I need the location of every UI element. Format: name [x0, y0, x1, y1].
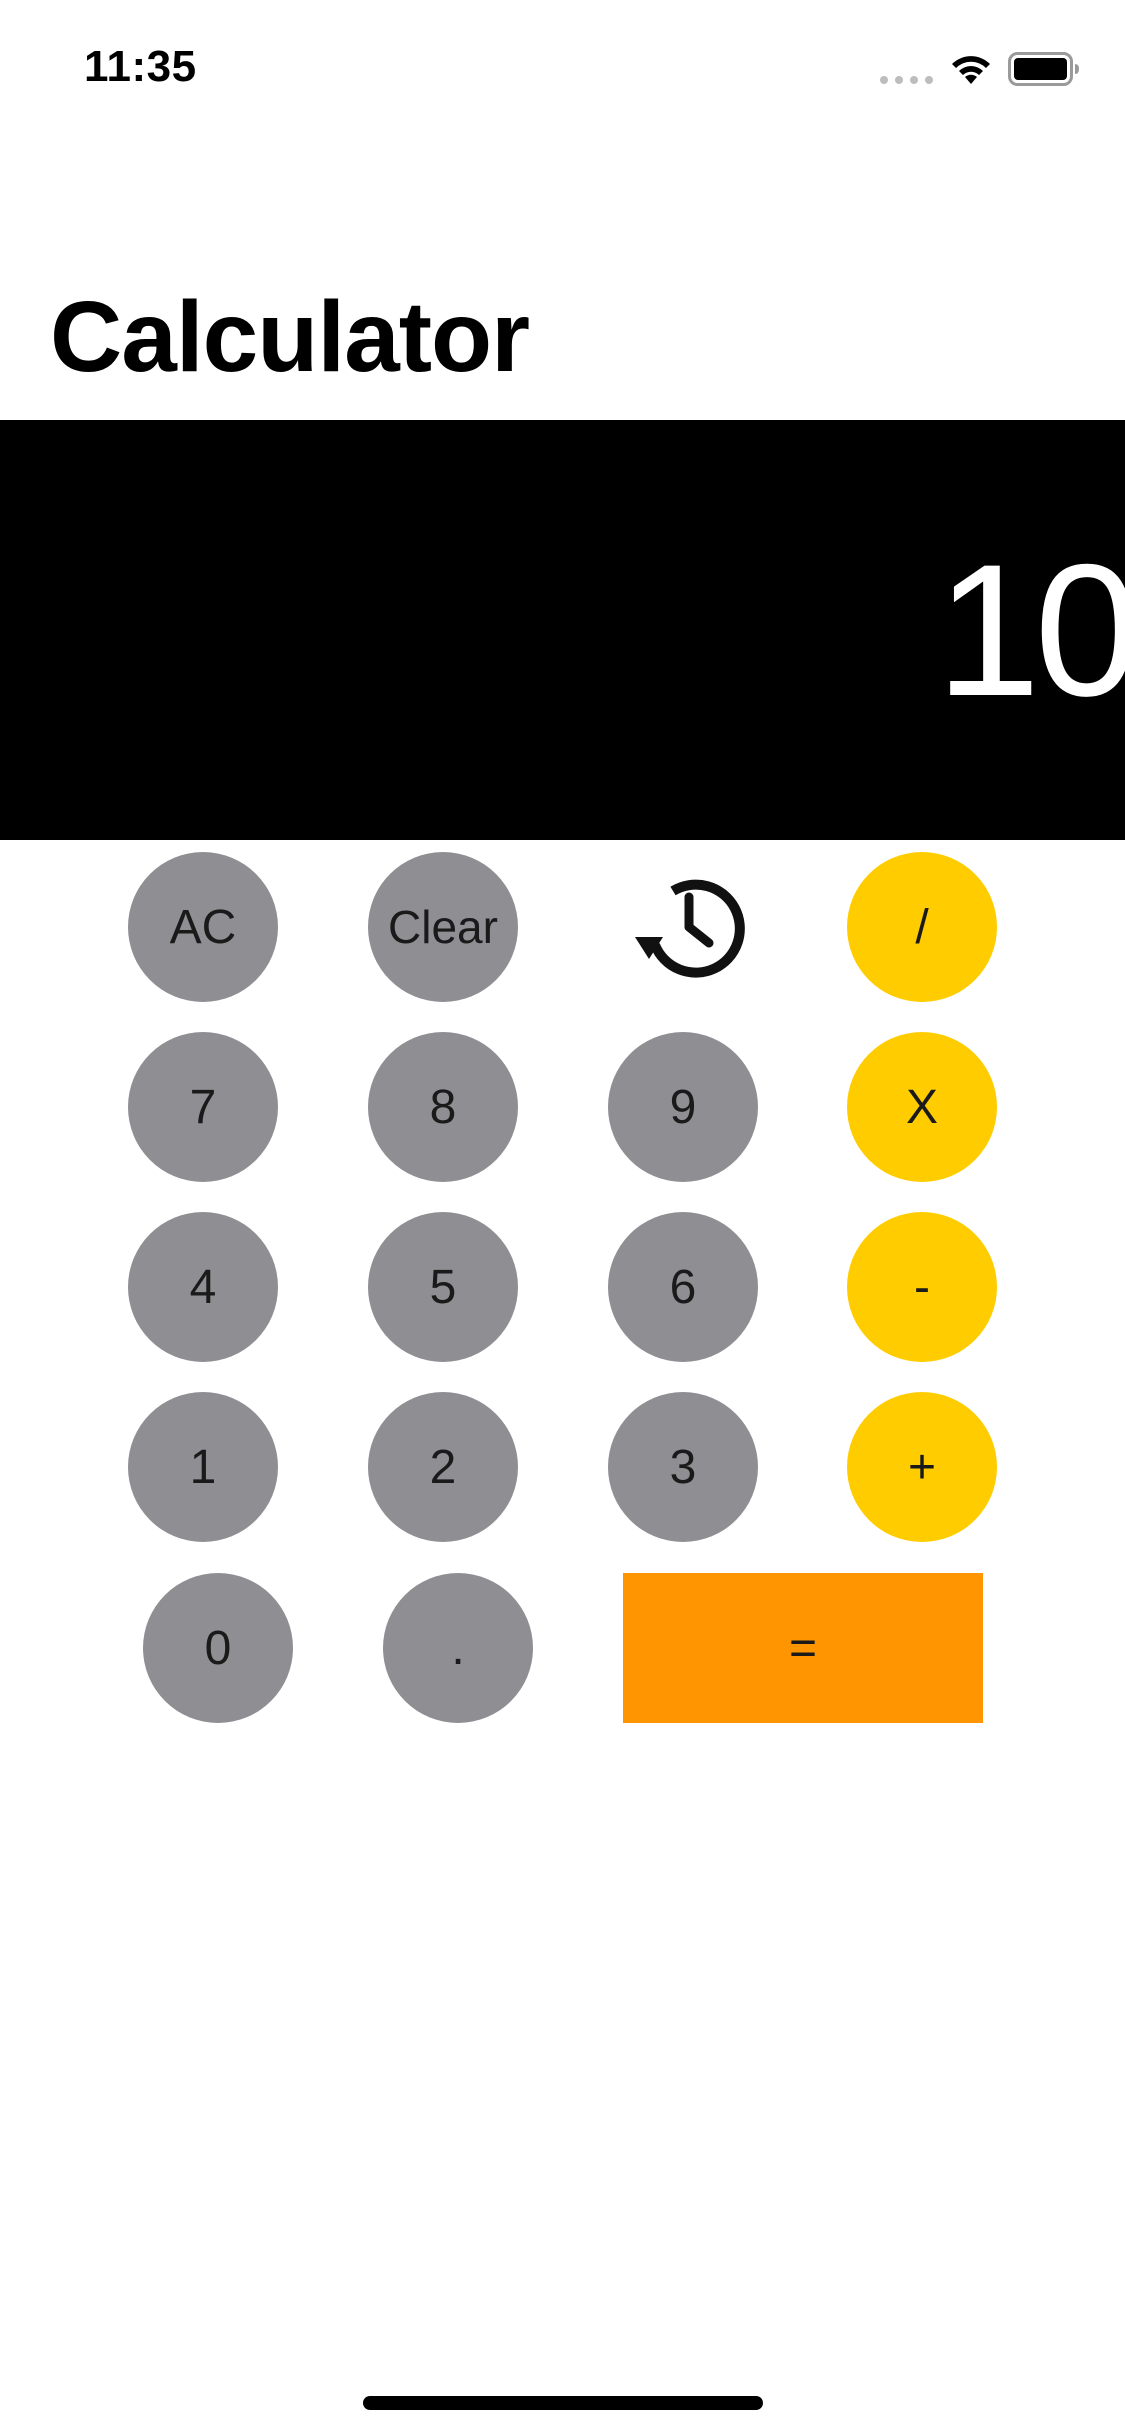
- three-button[interactable]: 3: [608, 1392, 758, 1542]
- clear-button[interactable]: Clear: [368, 852, 518, 1002]
- minus-button[interactable]: -: [847, 1212, 997, 1362]
- equals-button[interactable]: =: [623, 1573, 983, 1723]
- nine-button[interactable]: 9: [608, 1032, 758, 1182]
- status-bar: 11:35: [0, 0, 1125, 132]
- calculator-display: 10: [0, 420, 1125, 840]
- ac-button[interactable]: AC: [128, 852, 278, 1002]
- two-button[interactable]: 2: [368, 1392, 518, 1542]
- four-button[interactable]: 4: [128, 1212, 278, 1362]
- five-button[interactable]: 5: [368, 1212, 518, 1362]
- battery-icon: [1008, 52, 1079, 86]
- cellular-signal-icon: [880, 76, 933, 84]
- multiply-button[interactable]: X: [847, 1032, 997, 1182]
- status-time: 11:35: [84, 42, 197, 91]
- six-button[interactable]: 6: [608, 1212, 758, 1362]
- home-indicator[interactable]: [363, 2396, 763, 2410]
- decimal-button[interactable]: .: [383, 1573, 533, 1723]
- wifi-icon: [952, 56, 990, 84]
- plus-button[interactable]: +: [847, 1392, 997, 1542]
- seven-button[interactable]: 7: [128, 1032, 278, 1182]
- one-button[interactable]: 1: [128, 1392, 278, 1542]
- history-button[interactable]: [608, 852, 758, 1002]
- display-value: 10: [935, 525, 1125, 735]
- eight-button[interactable]: 8: [368, 1032, 518, 1182]
- page-title: Calculator: [50, 281, 530, 393]
- divide-button[interactable]: /: [847, 852, 997, 1002]
- history-icon: [635, 879, 745, 978]
- zero-button[interactable]: 0: [143, 1573, 293, 1723]
